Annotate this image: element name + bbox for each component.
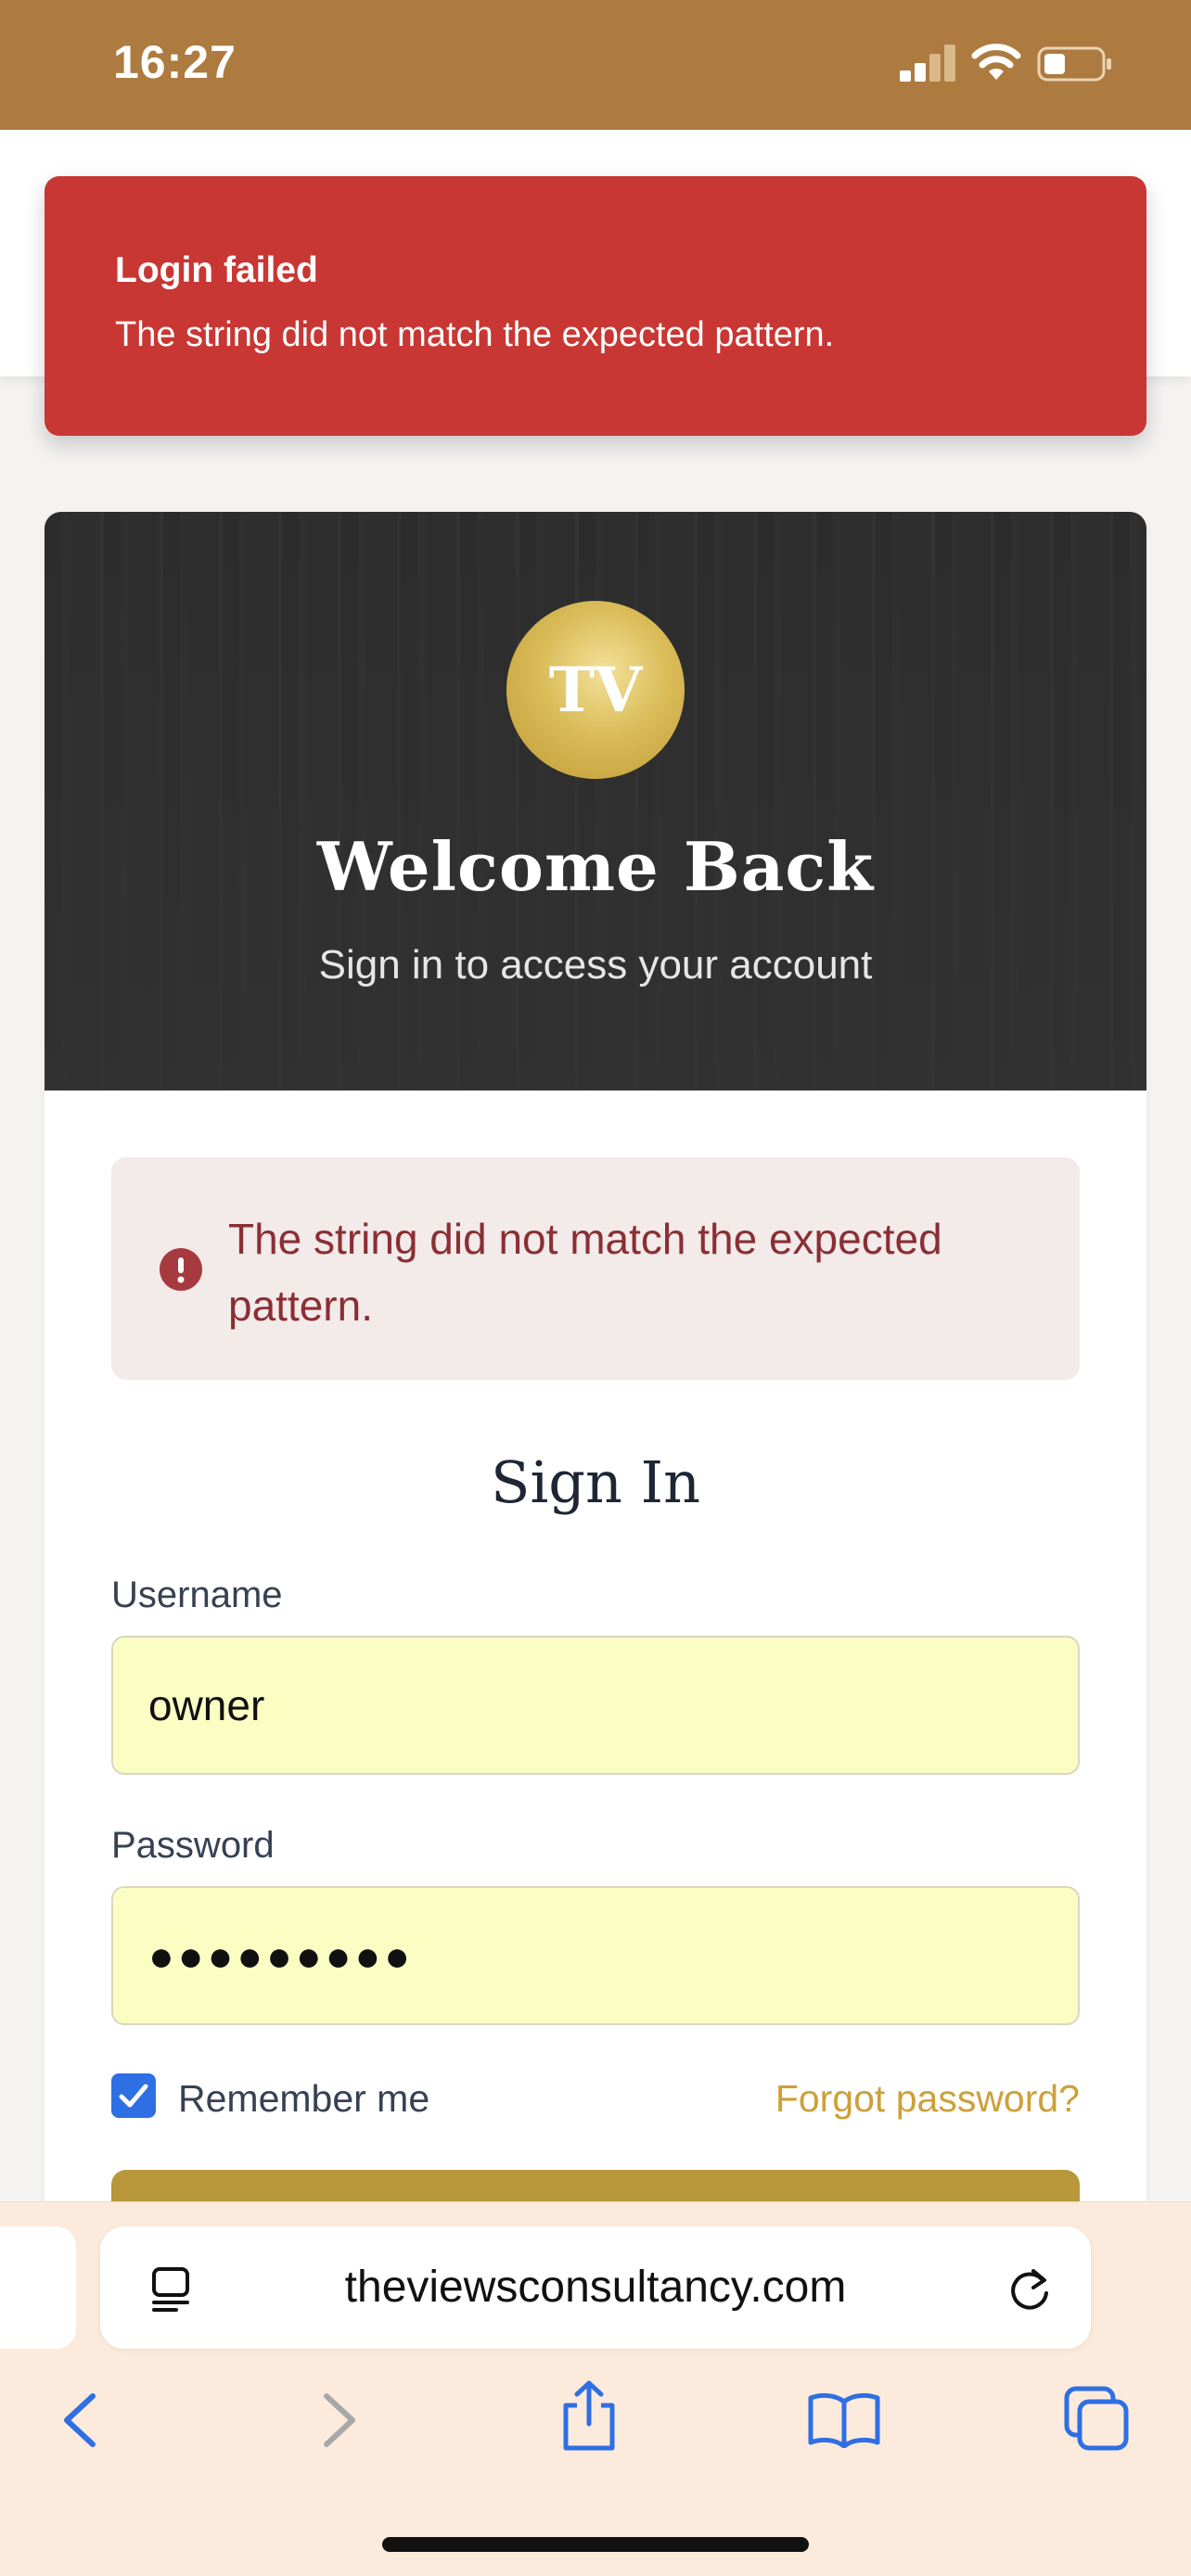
toast-message: The string did not match the expected pa… bbox=[115, 315, 835, 354]
share-icon[interactable] bbox=[558, 2379, 620, 2452]
password-input[interactable]: ●●●●●●●●● bbox=[111, 1886, 1080, 2025]
error-message: The string did not match the expected pa… bbox=[228, 1215, 942, 1330]
status-bar: 16:27 bbox=[0, 0, 1191, 130]
battery-icon bbox=[1037, 46, 1111, 82]
brand-logo: TV bbox=[506, 601, 685, 779]
password-label: Password bbox=[111, 1825, 275, 1866]
cellular-signal-icon bbox=[900, 45, 955, 82]
back-icon[interactable] bbox=[58, 2391, 102, 2450]
forgot-password-link[interactable]: Forgot password? bbox=[775, 2077, 1080, 2121]
error-icon bbox=[160, 1248, 202, 1291]
bookmarks-icon[interactable] bbox=[807, 2391, 881, 2448]
login-failed-toast[interactable]: Login failed The string did not match th… bbox=[45, 176, 1146, 436]
sign-in-heading: Sign In bbox=[490, 1448, 701, 1516]
welcome-subtitle: Sign in to access your account bbox=[318, 942, 873, 988]
card-hero: TV Welcome Back Sign in to access your a… bbox=[45, 512, 1146, 1090]
error-alert: The string did not match the expected pa… bbox=[111, 1157, 1080, 1380]
login-card: TV Welcome Back Sign in to access your a… bbox=[45, 512, 1146, 2274]
remember-me-label[interactable]: Remember me bbox=[178, 2077, 429, 2121]
reload-icon[interactable] bbox=[1005, 2264, 1054, 2314]
welcome-heading: Welcome Back bbox=[316, 827, 875, 906]
logo-text: TV bbox=[548, 654, 643, 726]
tabs-icon[interactable] bbox=[1063, 2385, 1130, 2452]
wifi-icon bbox=[971, 44, 1021, 80]
home-indicator bbox=[382, 2537, 809, 2552]
toast-title: Login failed bbox=[115, 250, 318, 290]
username-input[interactable]: owner bbox=[111, 1636, 1080, 1775]
url-text: theviewsconsultancy.com bbox=[344, 2263, 847, 2312]
previous-tab-peek[interactable] bbox=[0, 2226, 76, 2349]
username-label: Username bbox=[111, 1575, 283, 1615]
address-bar[interactable]: theviewsconsultancy.com bbox=[100, 2226, 1091, 2349]
checkmark-icon bbox=[119, 2084, 148, 2108]
status-time: 16:27 bbox=[113, 36, 237, 88]
remember-me-checkbox[interactable] bbox=[111, 2073, 156, 2118]
forward-icon[interactable] bbox=[317, 2391, 362, 2450]
